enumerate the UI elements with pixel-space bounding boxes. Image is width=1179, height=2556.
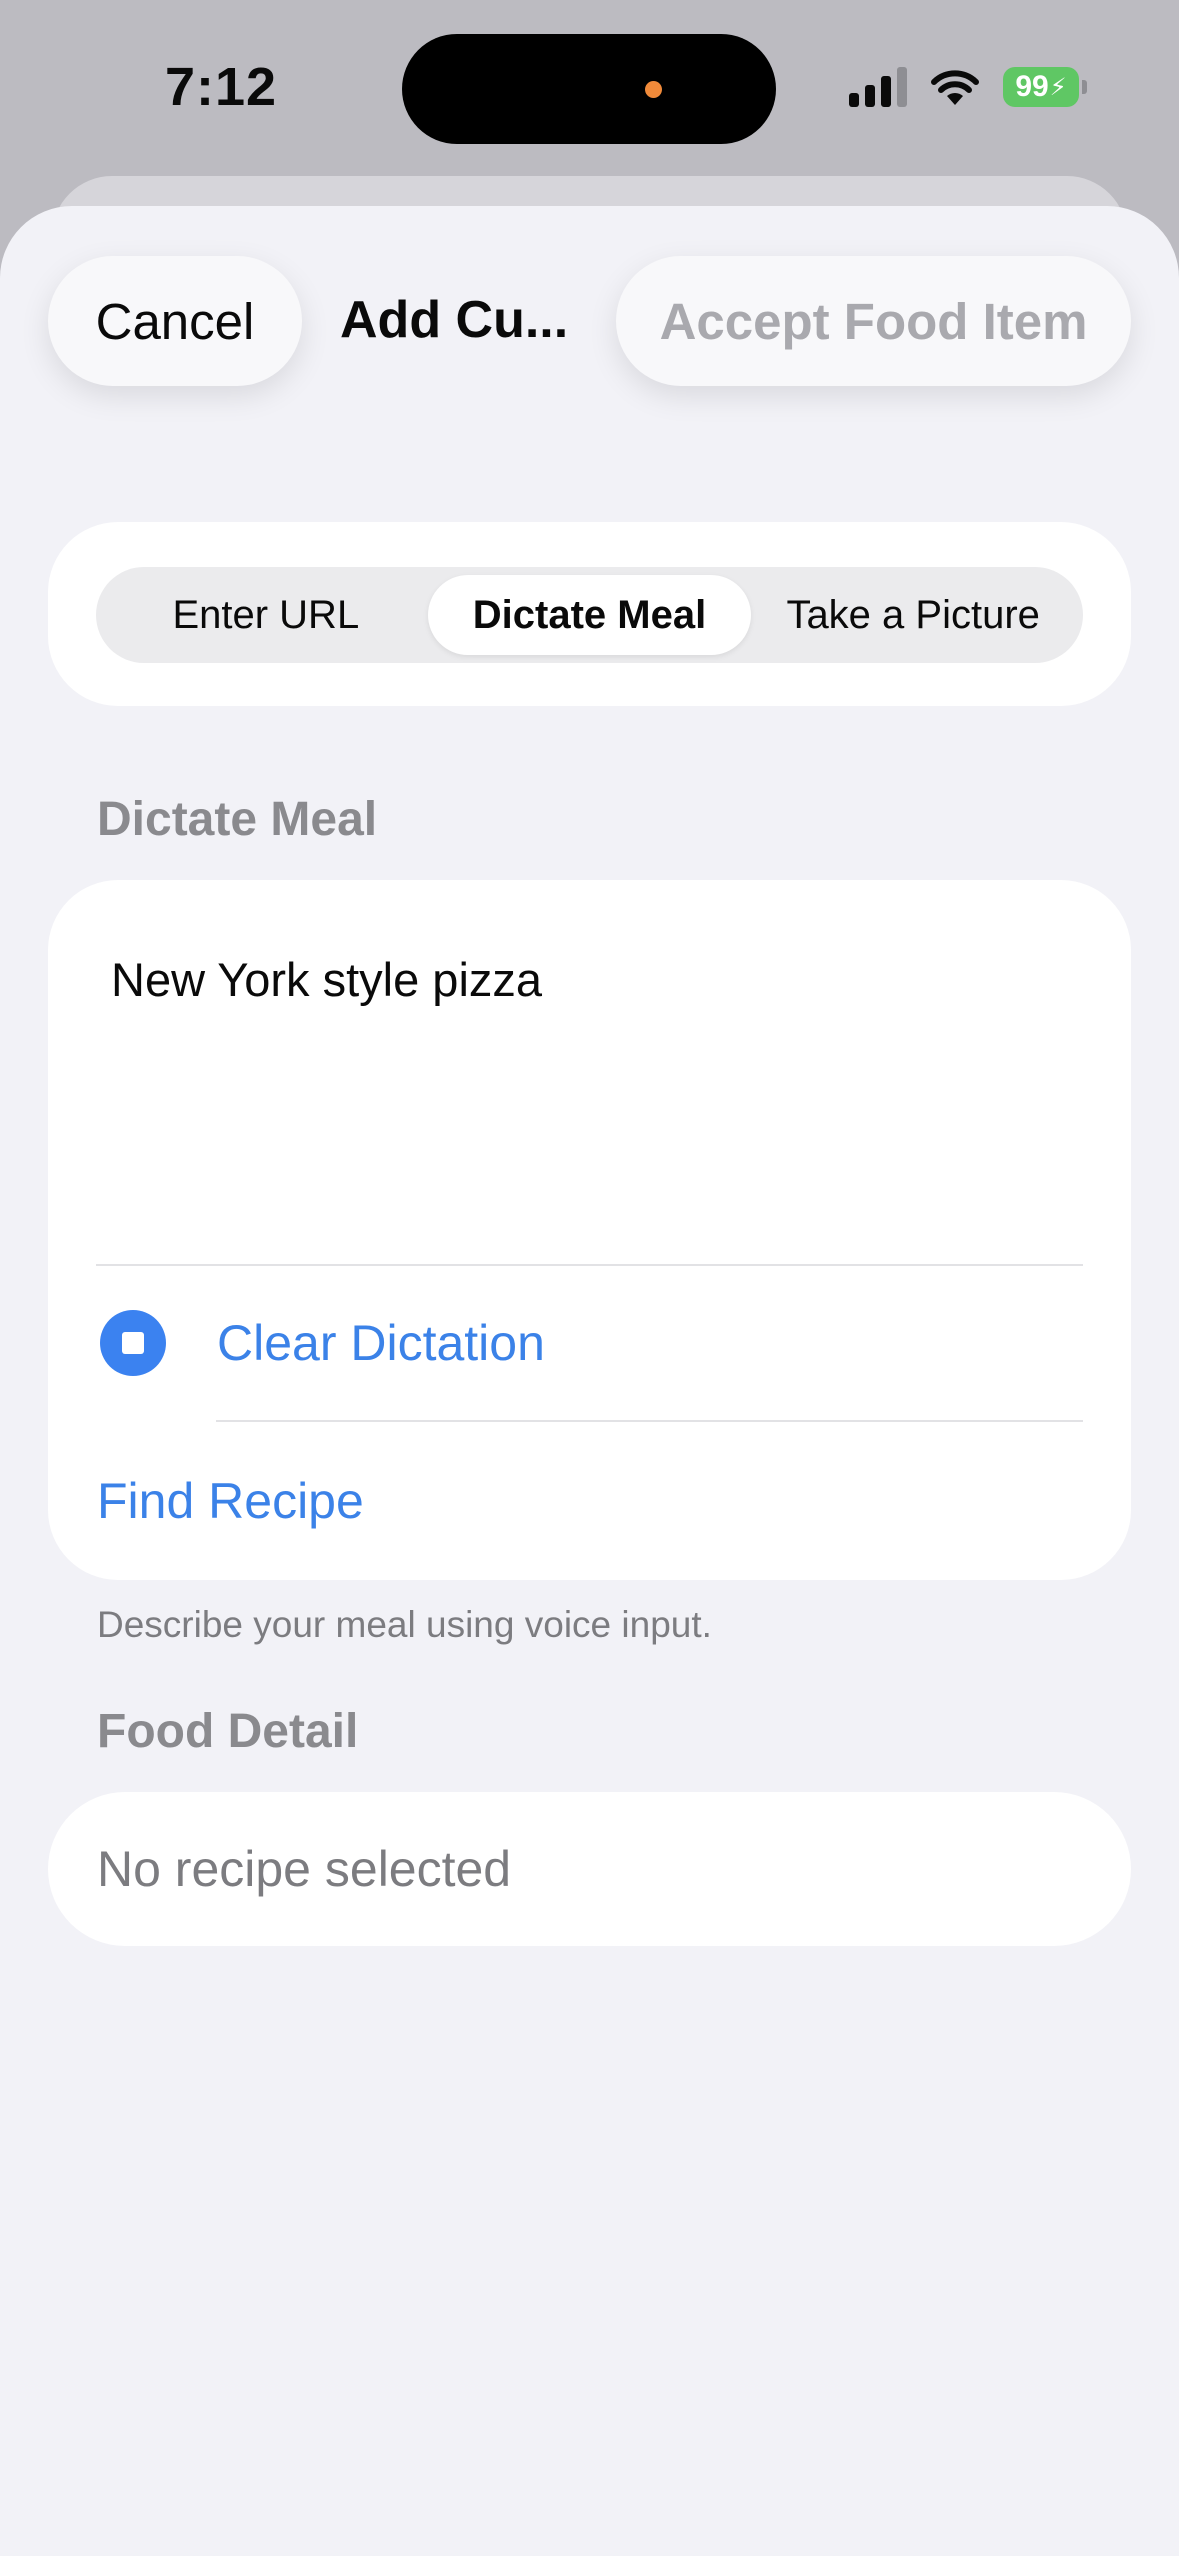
dictation-text-field[interactable]: New York style pizza — [111, 952, 542, 1007]
food-detail-card: No recipe selected — [48, 1792, 1131, 1946]
battery-level: 99 — [1015, 70, 1049, 103]
wifi-icon — [931, 70, 979, 105]
accept-food-item-button[interactable]: Accept Food Item — [616, 256, 1131, 386]
find-recipe-button[interactable]: Find Recipe — [97, 1472, 364, 1530]
status-time: 7:12 — [165, 57, 278, 117]
food-detail-value: No recipe selected — [97, 1841, 512, 1897]
segment-dictate-meal[interactable]: Dictate Meal — [427, 575, 752, 655]
clear-dictation-button[interactable]: Clear Dictation — [48, 1266, 1131, 1420]
battery-icon: 99 ⚡ — [1003, 67, 1087, 107]
recording-indicator-icon — [645, 81, 662, 98]
status-icons: 99 ⚡ — [849, 64, 1087, 110]
clear-dictation-label: Clear Dictation — [217, 1315, 545, 1371]
stop-icon — [100, 1310, 166, 1376]
segment-take-a-picture[interactable]: Take a Picture — [751, 575, 1075, 655]
dictate-meal-card: New York style pizza Clear Dictation Fin… — [48, 880, 1131, 1580]
input-mode-card: Enter URL Dictate Meal Take a Picture — [48, 522, 1131, 706]
cancel-button[interactable]: Cancel — [48, 256, 302, 386]
dynamic-island — [402, 34, 776, 144]
divider — [216, 1420, 1083, 1422]
signal-icon — [849, 67, 907, 107]
charging-bolt-icon: ⚡ — [1049, 73, 1067, 101]
segment-enter-url[interactable]: Enter URL — [104, 575, 428, 655]
food-detail-header: Food Detail — [97, 1705, 359, 1758]
input-mode-segmented-control: Enter URL Dictate Meal Take a Picture — [96, 567, 1083, 663]
dictate-footer-note: Describe your meal using voice input. — [97, 1604, 712, 1645]
dictate-meal-header: Dictate Meal — [97, 793, 378, 846]
sheet-title: Add Cu... — [340, 291, 569, 349]
